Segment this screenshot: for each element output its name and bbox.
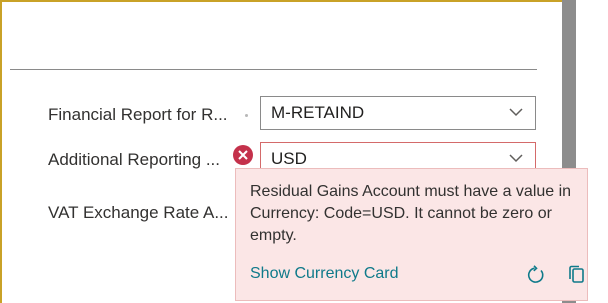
chevron-down-icon bbox=[509, 108, 523, 117]
error-icon[interactable] bbox=[233, 145, 253, 165]
additional-reporting-value: USD bbox=[271, 149, 307, 168]
chevron-down-icon bbox=[509, 154, 523, 163]
refresh-icon[interactable] bbox=[526, 265, 546, 285]
error-tooltip: Residual Gains Account must have a value… bbox=[235, 168, 588, 301]
copy-icon[interactable] bbox=[568, 265, 586, 285]
error-message: Residual Gains Account must have a value… bbox=[250, 183, 572, 244]
field-label-additional-reporting: Additional Reporting ... bbox=[48, 150, 220, 169]
section-divider bbox=[10, 69, 537, 70]
field-label-vat-exchange-rate: VAT Exchange Rate A... bbox=[48, 203, 229, 222]
financial-report-select[interactable]: M-RETAIND bbox=[260, 96, 536, 130]
show-currency-card-link[interactable]: Show Currency Card bbox=[250, 265, 399, 283]
field-label-financial-report: Financial Report for R... bbox=[48, 105, 228, 124]
financial-report-value: M-RETAIND bbox=[271, 103, 365, 122]
field-separator-dot bbox=[245, 114, 248, 117]
